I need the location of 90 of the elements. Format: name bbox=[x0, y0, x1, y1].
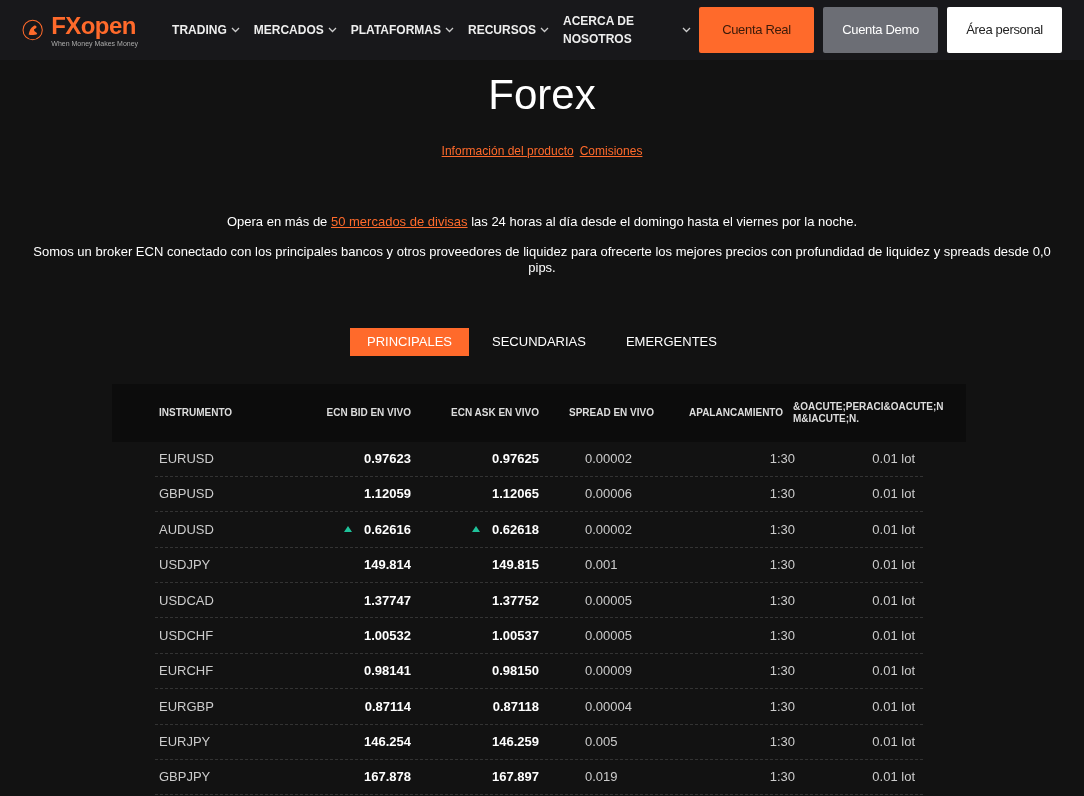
leverage-cell-text: 1:30 bbox=[768, 556, 796, 575]
min-lot-cell-text: 0.01 lot bbox=[871, 626, 916, 645]
leverage-cell-text: 1:30 bbox=[768, 697, 796, 716]
chevron-down-icon bbox=[445, 27, 454, 33]
min-lot-cell-text: 0.01 lot bbox=[871, 485, 916, 504]
min-lot-cell-text: 0.01 lot bbox=[871, 662, 916, 681]
ask-cell-text: 0.87118 bbox=[492, 697, 539, 716]
ask-cell-text: 1.37752 bbox=[492, 591, 539, 610]
description-text: Somos un broker ECN conectado con los principales bancos y otros proveedores de liquidez para ofrecerte los mejores precios con profundidad de liquidez y spreads desde 0,0 pips. bbox=[32, 243, 1052, 276]
min-lot-cell-text: 0.01 lot bbox=[871, 591, 916, 610]
nav-item[interactable]: TRADING bbox=[172, 21, 240, 39]
product-link[interactable]: Información del producto bbox=[441, 142, 574, 160]
instrument-cell-text: EURUSD bbox=[158, 449, 215, 468]
min-lot-cell-text: 0.01 lot bbox=[871, 556, 916, 575]
leverage-cell-text: 1:30 bbox=[768, 662, 796, 681]
spread-cell-text: 0.001 bbox=[584, 556, 619, 575]
spread-cell-text: 0.00005 bbox=[584, 626, 633, 645]
bid-cell-text: 1.00532 bbox=[364, 626, 411, 645]
min-lot-cell-text: 0.01 lot bbox=[871, 697, 916, 716]
bid-cell-text: 0.87114 bbox=[364, 697, 411, 716]
account-button[interactable]: Cuenta Real bbox=[699, 7, 814, 53]
spread-cell-text: 0.00006 bbox=[584, 485, 633, 504]
logo-text: FXopen bbox=[51, 13, 137, 38]
instrument-cell-text: USDCAD bbox=[158, 591, 215, 610]
instrument-cell-text: EURGBP bbox=[158, 697, 215, 716]
nav-item[interactable]: RECURSOS bbox=[468, 21, 549, 39]
min-lot-cell-text: 0.01 lot bbox=[871, 520, 916, 539]
leverage-cell-text: 1:30 bbox=[768, 591, 796, 610]
column-header: ECN BID EN VIVO bbox=[325, 406, 412, 419]
leverage-cell-text: 1:30 bbox=[768, 520, 796, 539]
spread-cell-text: 0.00004 bbox=[584, 697, 633, 716]
column-header: &OACUTE;PERACI&OACUTE;N M&IACUTE;N. bbox=[793, 400, 945, 425]
bid-cell-text: 167.878 bbox=[364, 768, 411, 787]
column-header: SPREAD EN VIVO bbox=[568, 406, 656, 419]
bid-cell-text: 1.37747 bbox=[364, 591, 411, 610]
nav-item[interactable]: MERCADOS bbox=[253, 21, 337, 39]
ask-cell-text: 0.62618 bbox=[492, 520, 539, 539]
column-header: INSTRUMENTO bbox=[159, 406, 234, 419]
spread-cell-text: 0.019 bbox=[584, 768, 619, 787]
min-lot-cell-text: 0.01 lot bbox=[871, 768, 916, 787]
spread-cell-text: 0.00002 bbox=[584, 449, 633, 468]
leverage-cell-text: 1:30 bbox=[768, 485, 796, 504]
spread-cell-text: 0.00009 bbox=[584, 662, 633, 681]
up-triangle-icon bbox=[472, 526, 480, 533]
column-header: APALANCAMIENTO bbox=[688, 406, 785, 419]
ask-cell-text: 149.815 bbox=[492, 556, 539, 575]
leverage-cell-text: 1:30 bbox=[768, 733, 796, 752]
page-title: Forex bbox=[487, 70, 597, 120]
product-link[interactable]: Comisiones bbox=[579, 142, 643, 160]
column-header: ECN ASK EN VIVO bbox=[450, 406, 540, 419]
bid-cell-text: 146.254 bbox=[364, 733, 411, 752]
chevron-down-icon bbox=[540, 27, 549, 33]
spread-cell-text: 0.005 bbox=[584, 733, 619, 752]
leverage-cell-text: 1:30 bbox=[768, 449, 796, 468]
market-tab[interactable]: SECUNDARIAS bbox=[475, 327, 603, 356]
instrument-cell-text: USDCHF bbox=[158, 626, 215, 645]
up-triangle-icon bbox=[344, 526, 352, 533]
instrument-cell-text: AUDUSD bbox=[158, 520, 215, 539]
leverage-cell-text: 1:30 bbox=[768, 768, 796, 787]
ask-cell-text: 0.98150 bbox=[492, 662, 539, 681]
bid-cell-text: 1.12059 bbox=[364, 485, 411, 504]
instrument-cell-text: GBPUSD bbox=[158, 485, 215, 504]
chevron-down-icon bbox=[682, 27, 691, 33]
ask-cell-text: 167.897 bbox=[492, 768, 539, 787]
nav-item[interactable]: PLATAFORMAS bbox=[350, 21, 454, 39]
spread-cell-text: 0.00002 bbox=[584, 520, 633, 539]
instrument-cell-text: USDJPY bbox=[158, 556, 212, 575]
nav-item[interactable]: ACERCA DE NOSOTROS bbox=[563, 12, 691, 48]
bid-cell-text: 0.98141 bbox=[364, 662, 411, 681]
min-lot-cell-text: 0.01 lot bbox=[871, 733, 916, 752]
leverage-cell-text: 1:30 bbox=[768, 626, 796, 645]
chevron-down-icon bbox=[230, 27, 240, 33]
ask-cell-text: 1.12065 bbox=[492, 485, 539, 504]
intro-text: Opera en más de 50 mercados de divisas las 24 horas al día desde el domingo hasta el viernes por la noche. bbox=[225, 213, 859, 231]
markets-link[interactable]: 50 mercados de divisas bbox=[330, 214, 468, 229]
bid-cell-text: 0.62616 bbox=[364, 520, 411, 539]
min-lot-cell-text: 0.01 lot bbox=[871, 449, 916, 468]
chevron-down-icon bbox=[327, 27, 337, 33]
bid-cell-text: 0.97623 bbox=[364, 449, 411, 468]
instrument-cell-text: GBPJPY bbox=[158, 768, 212, 787]
bid-cell-text: 149.814 bbox=[364, 556, 411, 575]
account-button[interactable]: Cuenta Demo bbox=[823, 7, 938, 53]
ask-cell-text: 0.97625 bbox=[492, 449, 539, 468]
account-button[interactable]: Área personal bbox=[947, 7, 1062, 53]
market-tab[interactable]: EMERGENTES bbox=[608, 327, 734, 356]
spread-cell-text: 0.00005 bbox=[584, 591, 633, 610]
ask-cell-text: 1.00537 bbox=[492, 626, 539, 645]
instrument-cell-text: EURCHF bbox=[158, 662, 215, 681]
ask-cell-text: 146.259 bbox=[492, 733, 539, 752]
instrument-cell-text: EURJPY bbox=[158, 733, 212, 752]
